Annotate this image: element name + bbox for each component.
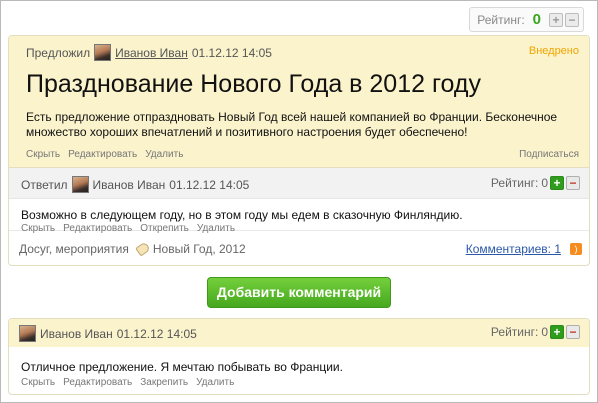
author-link[interactable]: Иванов Иван xyxy=(115,46,188,60)
idea-actions: Скрыть Редактировать Удалить xyxy=(26,149,183,160)
answer-author: Иванов Иван xyxy=(92,177,166,192)
vote-down-button[interactable]: − xyxy=(566,176,580,190)
idea-rating: Рейтинг: 0 + − xyxy=(469,7,584,32)
comment-rating: Рейтинг: 0 + − xyxy=(491,325,580,339)
user-avatar-icon xyxy=(71,176,89,193)
official-answer: Ответил Иванов Иван 01.12.12 14:05 Рейти… xyxy=(9,167,589,234)
idea-body: Есть предложение отпраздновать Новый Год… xyxy=(26,110,558,139)
answer-text: Возможно в следующем году, но в этом год… xyxy=(21,208,463,222)
comment-meta: Иванов Иван 01.12.12 14:05 xyxy=(15,325,197,342)
tag-icon xyxy=(135,241,151,257)
idea-date: 01.12.12 14:05 xyxy=(191,45,272,60)
delete-link[interactable]: Удалить xyxy=(145,149,183,160)
status-badge: Внедрено xyxy=(528,45,579,57)
vote-up-button[interactable]: + xyxy=(550,176,564,190)
answer-rating: Рейтинг: 0 + − xyxy=(491,176,580,190)
hide-link[interactable]: Скрыть xyxy=(26,149,60,160)
vote-up-button[interactable]: + xyxy=(550,325,564,339)
comment-author: Иванов Иван xyxy=(40,326,113,341)
answer-date: 01.12.12 14:05 xyxy=(169,177,250,192)
tags-text[interactable]: Новый Год, 2012 xyxy=(153,242,246,256)
answer-header: Ответил Иванов Иван 01.12.12 14:05 Рейти… xyxy=(9,168,589,199)
delete-link[interactable]: Удалить xyxy=(196,377,234,388)
comment-date: 01.12.12 14:05 xyxy=(116,326,197,341)
answered-label: Ответил xyxy=(21,177,68,192)
category-text[interactable]: Досуг, мероприятия xyxy=(19,242,129,256)
edit-link[interactable]: Редактировать xyxy=(68,149,137,160)
idea-meta: Предложил Иванов Иван 01.12.12 14:05 xyxy=(26,44,272,61)
comment-text: Отличное предложение. Я мечтаю побывать … xyxy=(21,360,343,374)
rating-label: Рейтинг: xyxy=(477,12,525,27)
comment-header: Иванов Иван 01.12.12 14:05 Рейтинг: 0 + … xyxy=(9,319,589,347)
rating-label: Рейтинг: xyxy=(490,325,539,339)
rating-value: 0 xyxy=(532,11,541,28)
hide-link[interactable]: Скрыть xyxy=(21,377,55,388)
answer-meta: Ответил Иванов Иван 01.12.12 14:05 xyxy=(21,176,249,193)
rss-icon[interactable]: ) xyxy=(570,243,582,255)
subscribe-link[interactable]: Подписаться xyxy=(519,149,579,160)
rating-value: 0 xyxy=(541,176,548,190)
idea-title: Празднование Нового Года в 2012 году xyxy=(26,70,481,98)
vote-down-button[interactable]: − xyxy=(566,325,580,339)
pin-link[interactable]: Закрепить xyxy=(140,377,188,388)
user-avatar-icon xyxy=(19,325,36,342)
tags-row: Досуг, мероприятия Новый Год, 2012 Комме… xyxy=(9,232,589,266)
vote-up-button[interactable]: + xyxy=(549,12,563,27)
vote-down-button[interactable]: − xyxy=(565,12,579,27)
comments-link[interactable]: Комментариев: 1 xyxy=(466,242,561,256)
user-avatar-icon xyxy=(94,44,112,61)
comment-actions: Скрыть Редактировать Закрепить Удалить xyxy=(21,377,234,388)
rating-value: 0 xyxy=(541,325,548,339)
edit-link[interactable]: Редактировать xyxy=(63,377,132,388)
idea-header-area: Предложил Иванов Иван 01.12.12 14:05 Вне… xyxy=(9,36,589,167)
idea-card: Предложил Иванов Иван 01.12.12 14:05 Вне… xyxy=(8,35,590,266)
rating-label: Рейтинг: xyxy=(490,176,539,190)
comment-card: Иванов Иван 01.12.12 14:05 Рейтинг: 0 + … xyxy=(8,318,590,395)
add-comment-button[interactable]: Добавить комментарий xyxy=(207,277,391,308)
proposed-label: Предложил xyxy=(26,45,91,60)
